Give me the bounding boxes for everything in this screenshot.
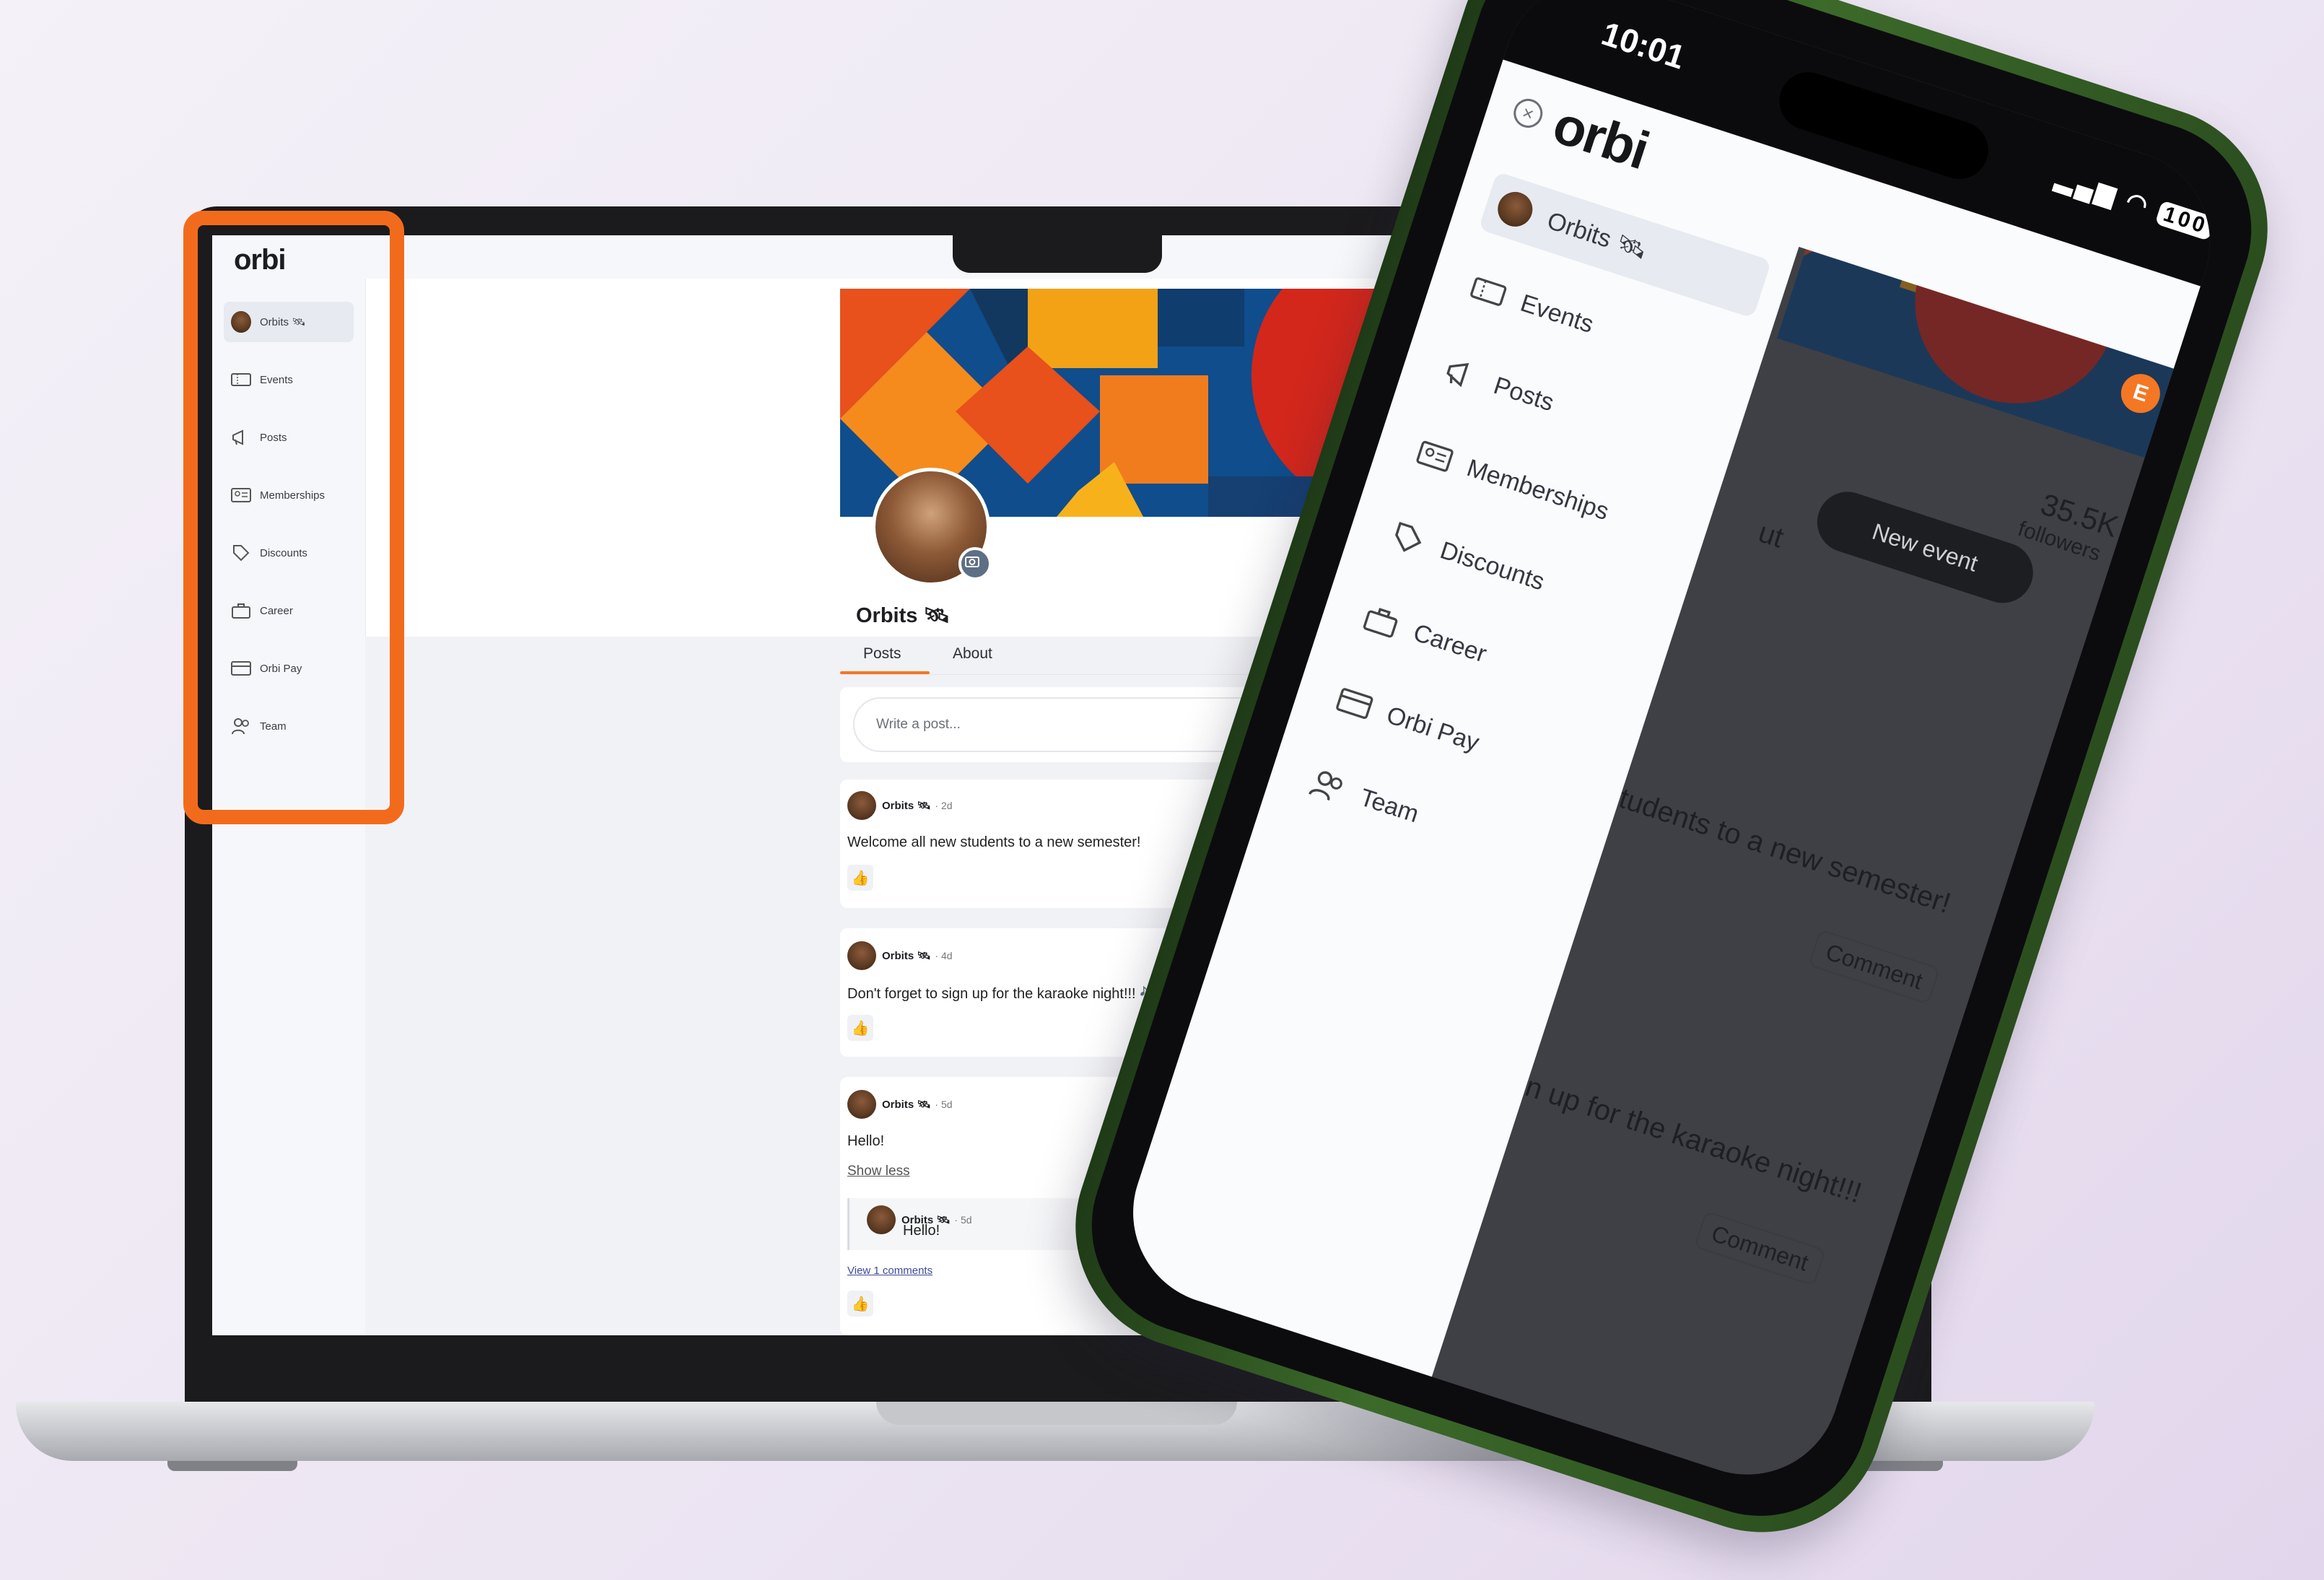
laptop-opening-lip: [876, 1402, 1237, 1425]
tab-posts[interactable]: Posts: [863, 645, 901, 663]
drawer-item-label: Events: [1517, 289, 1597, 339]
people-icon: [1304, 762, 1352, 810]
reply-text: Hello!: [903, 1223, 940, 1239]
id-card-icon: [1411, 433, 1459, 481]
briefcase-icon: [1358, 598, 1405, 645]
post-author[interactable]: Orbits 🛰: [882, 1098, 930, 1111]
drawer-item-label: Posts: [1490, 371, 1558, 416]
post-time: · 4d: [935, 950, 953, 961]
post-time: · 2d: [935, 800, 953, 811]
camera-notch: [953, 235, 1162, 273]
avatar: [847, 1090, 876, 1119]
avatar: [847, 791, 876, 820]
post-author[interactable]: Orbits 🛰: [882, 949, 930, 962]
post-text: Hello!: [847, 1133, 885, 1149]
profile-name: Orbits 🛰: [856, 604, 951, 627]
post-header: Orbits 🛰 · 2d: [847, 791, 953, 820]
ticket-icon: [1464, 268, 1512, 315]
active-tab-indicator: [840, 671, 930, 674]
camera-icon[interactable]: [958, 547, 992, 580]
show-less-link[interactable]: Show less: [847, 1164, 910, 1179]
drawer-item-label: Team: [1356, 783, 1423, 828]
like-button[interactable]: 👍: [847, 865, 873, 891]
drawer-item-label: Career: [1410, 618, 1490, 668]
sidebar-highlight-frame: [183, 211, 404, 824]
post-author[interactable]: Orbits 🛰: [882, 799, 930, 812]
megaphone-icon: [1438, 350, 1485, 398]
reply-time: · 5d: [954, 1214, 972, 1226]
post-text: Don't forget to sign up for the karaoke …: [847, 986, 1180, 1002]
credit-card-icon: [1331, 680, 1379, 728]
avatar: [867, 1205, 896, 1234]
tag-icon: [1384, 515, 1432, 563]
wifi-icon: ◠: [2122, 187, 2154, 221]
avatar: [1492, 186, 1539, 233]
post-header: Orbits 🛰 · 5d: [847, 1090, 953, 1119]
drawer-item-label: Orbi Pay: [1383, 700, 1483, 756]
post-header: Orbits 🛰 · 4d: [847, 941, 953, 970]
post-time: · 5d: [935, 1099, 953, 1110]
reply-card: Orbits 🛰 · 5d Hello!: [847, 1198, 1109, 1250]
avatar: [847, 941, 876, 970]
tab-about[interactable]: About: [953, 645, 992, 663]
view-comments-link[interactable]: View 1 comments: [847, 1265, 932, 1277]
laptop-foot: [167, 1461, 297, 1471]
post-text: Welcome all new students to a new semest…: [847, 834, 1141, 850]
like-button[interactable]: 👍: [847, 1015, 873, 1041]
like-button[interactable]: 👍: [847, 1291, 873, 1317]
